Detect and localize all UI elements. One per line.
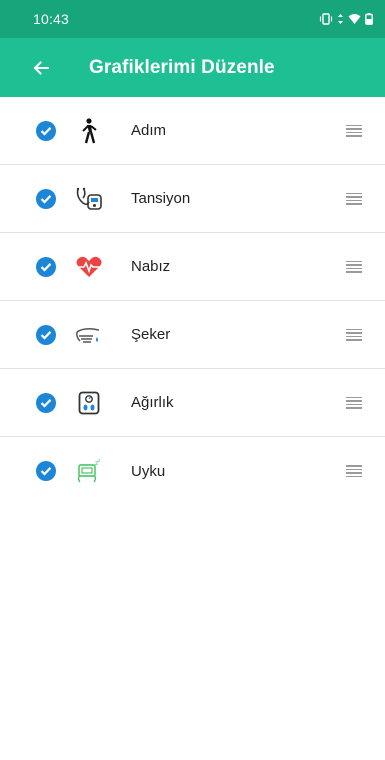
checkbox-seker[interactable] (36, 324, 56, 345)
item-label: Tansiyon (131, 190, 191, 207)
check-icon (40, 194, 52, 204)
back-button[interactable] (30, 57, 52, 79)
drag-handle[interactable] (346, 260, 362, 273)
walking-person-icon (74, 116, 104, 146)
check-icon (40, 467, 52, 476)
status-time: 10:43 (33, 11, 70, 27)
arrow-left-icon (33, 60, 49, 75)
drag-handle[interactable] (346, 465, 362, 477)
chart-list: Adım Tansiyon Nabız Şeker Ağırlık z z Uy… (0, 97, 385, 505)
blood-pressure-icon (74, 184, 104, 214)
list-item: Nabız (0, 233, 385, 301)
check-icon (40, 262, 52, 272)
checkbox-agirlik[interactable] (36, 392, 56, 413)
list-item: Tansiyon (0, 165, 385, 233)
checkbox-tansiyon[interactable] (36, 188, 56, 209)
list-item: Ağırlık (0, 369, 385, 437)
item-label: Adım (131, 122, 167, 139)
check-icon (40, 330, 52, 340)
data-arrows-icon (338, 14, 343, 24)
heart-pulse-icon (74, 252, 104, 282)
vibrate-icon (319, 13, 333, 25)
blood-sugar-icon (74, 320, 104, 350)
checkbox-uyku[interactable] (36, 461, 56, 481)
drag-handle[interactable] (346, 396, 362, 409)
item-label: Ağırlık (131, 394, 174, 411)
app-bar: Grafiklerimi Düzenle (0, 38, 385, 97)
list-item: z z Uyku (0, 437, 385, 505)
svg-text:z: z (98, 459, 100, 463)
status-icons (319, 13, 373, 25)
drag-handle[interactable] (346, 328, 362, 341)
status-bar: 10:43 (0, 0, 385, 38)
check-icon (40, 126, 52, 136)
check-icon (40, 398, 52, 408)
item-label: Nabız (131, 258, 171, 275)
checkbox-nabiz[interactable] (36, 256, 56, 277)
drag-handle[interactable] (346, 192, 362, 205)
checkbox-adim[interactable] (36, 120, 56, 141)
drag-handle[interactable] (346, 124, 362, 137)
battery-icon (365, 13, 373, 25)
wifi-icon (348, 14, 361, 24)
item-label: Şeker (131, 326, 171, 343)
list-item: Şeker (0, 301, 385, 369)
list-item: Adım (0, 97, 385, 165)
item-label: Uyku (131, 462, 166, 480)
sleep-icon: z z (74, 456, 104, 486)
page-title: Grafiklerimi Düzenle (89, 56, 275, 78)
weight-scale-icon (74, 388, 104, 418)
